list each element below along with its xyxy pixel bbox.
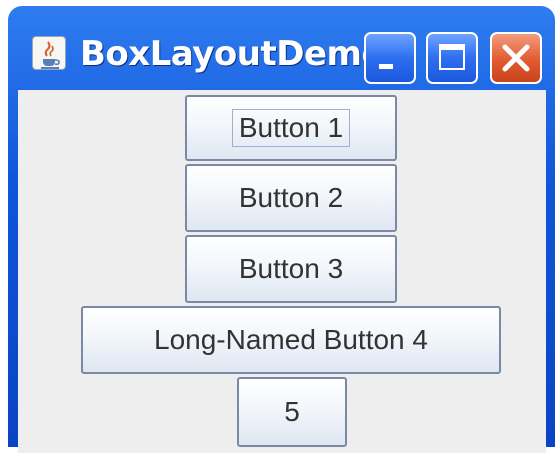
button-2-label: Button 2 [238,182,344,213]
button-2[interactable]: Button 2 [185,164,397,232]
maximize-icon [439,44,465,70]
minimize-icon [379,64,393,69]
title-bar[interactable]: BoxLayoutDemo [8,6,555,90]
button-5[interactable]: 5 [237,377,347,447]
maximize-button[interactable] [426,32,478,84]
close-icon [502,44,530,72]
java-coffee-cup-icon[interactable] [32,36,66,70]
button-5-label: 5 [284,396,300,427]
minimize-button[interactable] [364,32,416,84]
button-3[interactable]: Button 3 [185,235,397,303]
app-window: BoxLayoutDemo Button 1 Button 2 Button 3 [8,6,555,453]
content-pane: Button 1 Button 2 Button 3 Long-Named Bu… [18,90,546,453]
button-1-label: Button 1 [231,109,351,147]
button-3-label: Button 3 [238,253,344,284]
button-4-label: Long-Named Button 4 [154,324,428,355]
window-title: BoxLayoutDemo [80,34,385,74]
button-1[interactable]: Button 1 [185,95,397,161]
long-named-button-4[interactable]: Long-Named Button 4 [81,306,501,374]
close-button[interactable] [490,32,542,84]
